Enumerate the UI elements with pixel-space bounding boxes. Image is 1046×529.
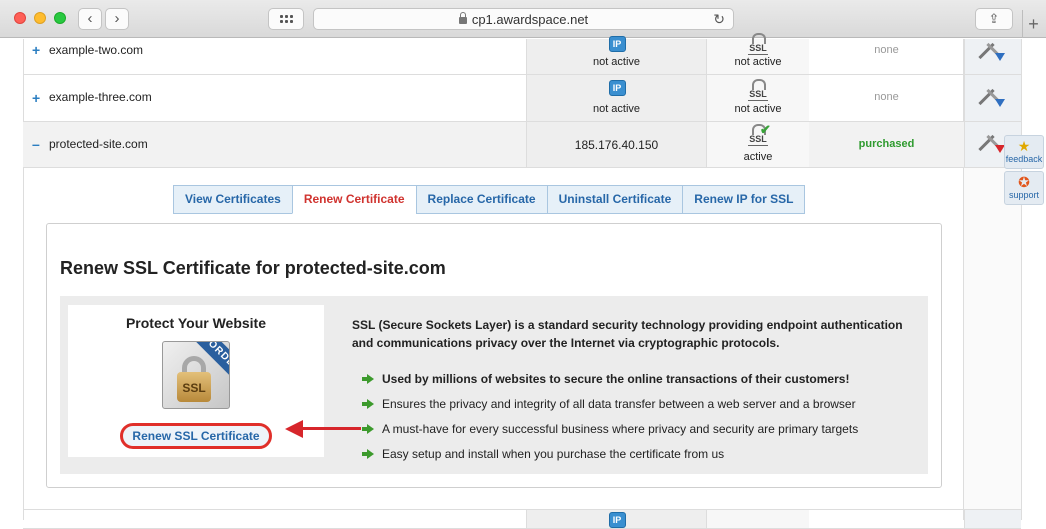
support-button[interactable]: ✪ support bbox=[1004, 171, 1044, 205]
browser-toolbar: ‹ › cp1.awardspace.net ↻ ⇪ + bbox=[0, 0, 1046, 38]
expand-icon[interactable]: + bbox=[32, 90, 40, 106]
star-icon: ★ bbox=[1017, 138, 1031, 154]
ssl-management-section: View Certificates Renew Certificate Repl… bbox=[23, 168, 964, 520]
domain-row: + example-two.com IP not active SSL not … bbox=[23, 33, 1021, 75]
ssl-description: SSL (Secure Sockets Layer) is a standard… bbox=[352, 318, 903, 350]
benefits-list: Used by millions of websites to secure t… bbox=[362, 370, 922, 470]
padlock-label: SSL bbox=[177, 372, 211, 402]
certificate-status: none bbox=[874, 91, 899, 103]
forward-button[interactable]: › bbox=[105, 8, 129, 30]
url-text: cp1.awardspace.net bbox=[471, 12, 589, 27]
domain-name[interactable]: protected-site.com bbox=[49, 137, 148, 151]
control-panel-page: + example-two.com IP not active SSL not … bbox=[0, 33, 1046, 529]
reload-icon[interactable]: ↻ bbox=[713, 9, 725, 30]
tab-view-certificates[interactable]: View Certificates bbox=[173, 185, 292, 214]
manage-tools-icon[interactable] bbox=[978, 85, 1007, 111]
tab-renew-certificate[interactable]: Renew Certificate bbox=[291, 185, 416, 214]
tab-uninstall-certificate[interactable]: Uninstall Certificate bbox=[546, 185, 683, 214]
ssl-product-icon: ORDER SSL bbox=[162, 341, 230, 409]
lock-icon bbox=[458, 12, 467, 24]
chevron-right-icon: › bbox=[114, 10, 120, 27]
green-arrow-icon bbox=[362, 399, 374, 409]
ssl-status: active bbox=[743, 151, 773, 163]
domain-row: IP bbox=[23, 509, 1021, 529]
lifebuoy-icon: ✪ bbox=[1018, 174, 1030, 190]
ssl-lock-icon: SSL bbox=[748, 79, 768, 101]
manage-tools-icon[interactable] bbox=[978, 39, 1007, 65]
expand-icon[interactable]: + bbox=[32, 42, 40, 58]
ssl-status: not active bbox=[734, 103, 782, 115]
list-item: A must-have for every successful busines… bbox=[362, 420, 922, 445]
new-tab-button[interactable]: + bbox=[1022, 10, 1044, 38]
check-icon: ✔ bbox=[760, 122, 771, 137]
ip-status: not active bbox=[592, 56, 641, 68]
chevron-left-icon: ‹ bbox=[87, 10, 93, 27]
dedicated-ip-icon: IP bbox=[608, 36, 626, 52]
share-button[interactable]: ⇪ bbox=[975, 8, 1013, 30]
back-button[interactable]: ‹ bbox=[78, 8, 102, 30]
renew-panel: Renew SSL Certificate for protected-site… bbox=[46, 223, 942, 488]
dedicated-ip-icon: IP bbox=[608, 80, 626, 96]
green-arrow-icon bbox=[362, 424, 374, 434]
tab-overview-button[interactable] bbox=[268, 8, 304, 30]
domain-row-expanded: – protected-site.com 185.176.40.150 SSL ✔… bbox=[23, 122, 1021, 168]
list-item: Used by millions of websites to secure t… bbox=[362, 370, 922, 395]
tab-renew-ip-for-ssl[interactable]: Renew IP for SSL bbox=[682, 185, 806, 214]
green-arrow-icon bbox=[362, 374, 374, 384]
domain-name[interactable]: example-three.com bbox=[49, 90, 152, 104]
close-window-button[interactable] bbox=[14, 12, 26, 24]
protect-title: Protect Your Website bbox=[125, 315, 267, 331]
pointer-arrow-icon bbox=[285, 420, 365, 438]
certificate-status: none bbox=[874, 44, 899, 56]
domain-name[interactable]: example-two.com bbox=[49, 43, 143, 57]
ssl-status: not active bbox=[734, 56, 782, 68]
collapse-icon[interactable]: – bbox=[32, 136, 40, 152]
zoom-window-button[interactable] bbox=[54, 12, 66, 24]
feedback-button[interactable]: ★ feedback bbox=[1004, 135, 1044, 169]
ssl-lock-icon: SSL bbox=[748, 33, 768, 55]
list-item: Ensures the privacy and integrity of all… bbox=[362, 395, 922, 420]
address-bar[interactable]: cp1.awardspace.net ↻ bbox=[313, 8, 734, 30]
ip-address: 185.176.40.150 bbox=[574, 138, 659, 152]
ssl-tabs: View Certificates Renew Certificate Repl… bbox=[173, 185, 806, 214]
domain-row: + example-three.com IP not active SSL no… bbox=[23, 75, 1021, 122]
renew-ssl-button[interactable]: Renew SSL Certificate bbox=[120, 423, 272, 449]
list-item: Easy setup and install when you purchase… bbox=[362, 445, 922, 470]
dedicated-ip-icon: IP bbox=[608, 512, 626, 528]
ssl-lock-icon: SSL ✔ bbox=[748, 122, 771, 146]
tab-replace-certificate[interactable]: Replace Certificate bbox=[415, 185, 547, 214]
promo-box: Protect Your Website ORDER SSL Renew SSL… bbox=[60, 296, 928, 474]
page-title: Renew SSL Certificate for protected-site… bbox=[60, 258, 446, 278]
certificate-status: purchased bbox=[858, 138, 915, 150]
green-arrow-icon bbox=[362, 449, 374, 459]
minimize-window-button[interactable] bbox=[34, 12, 46, 24]
ip-status: not active bbox=[592, 103, 641, 115]
share-icon: ⇪ bbox=[988, 11, 1000, 26]
